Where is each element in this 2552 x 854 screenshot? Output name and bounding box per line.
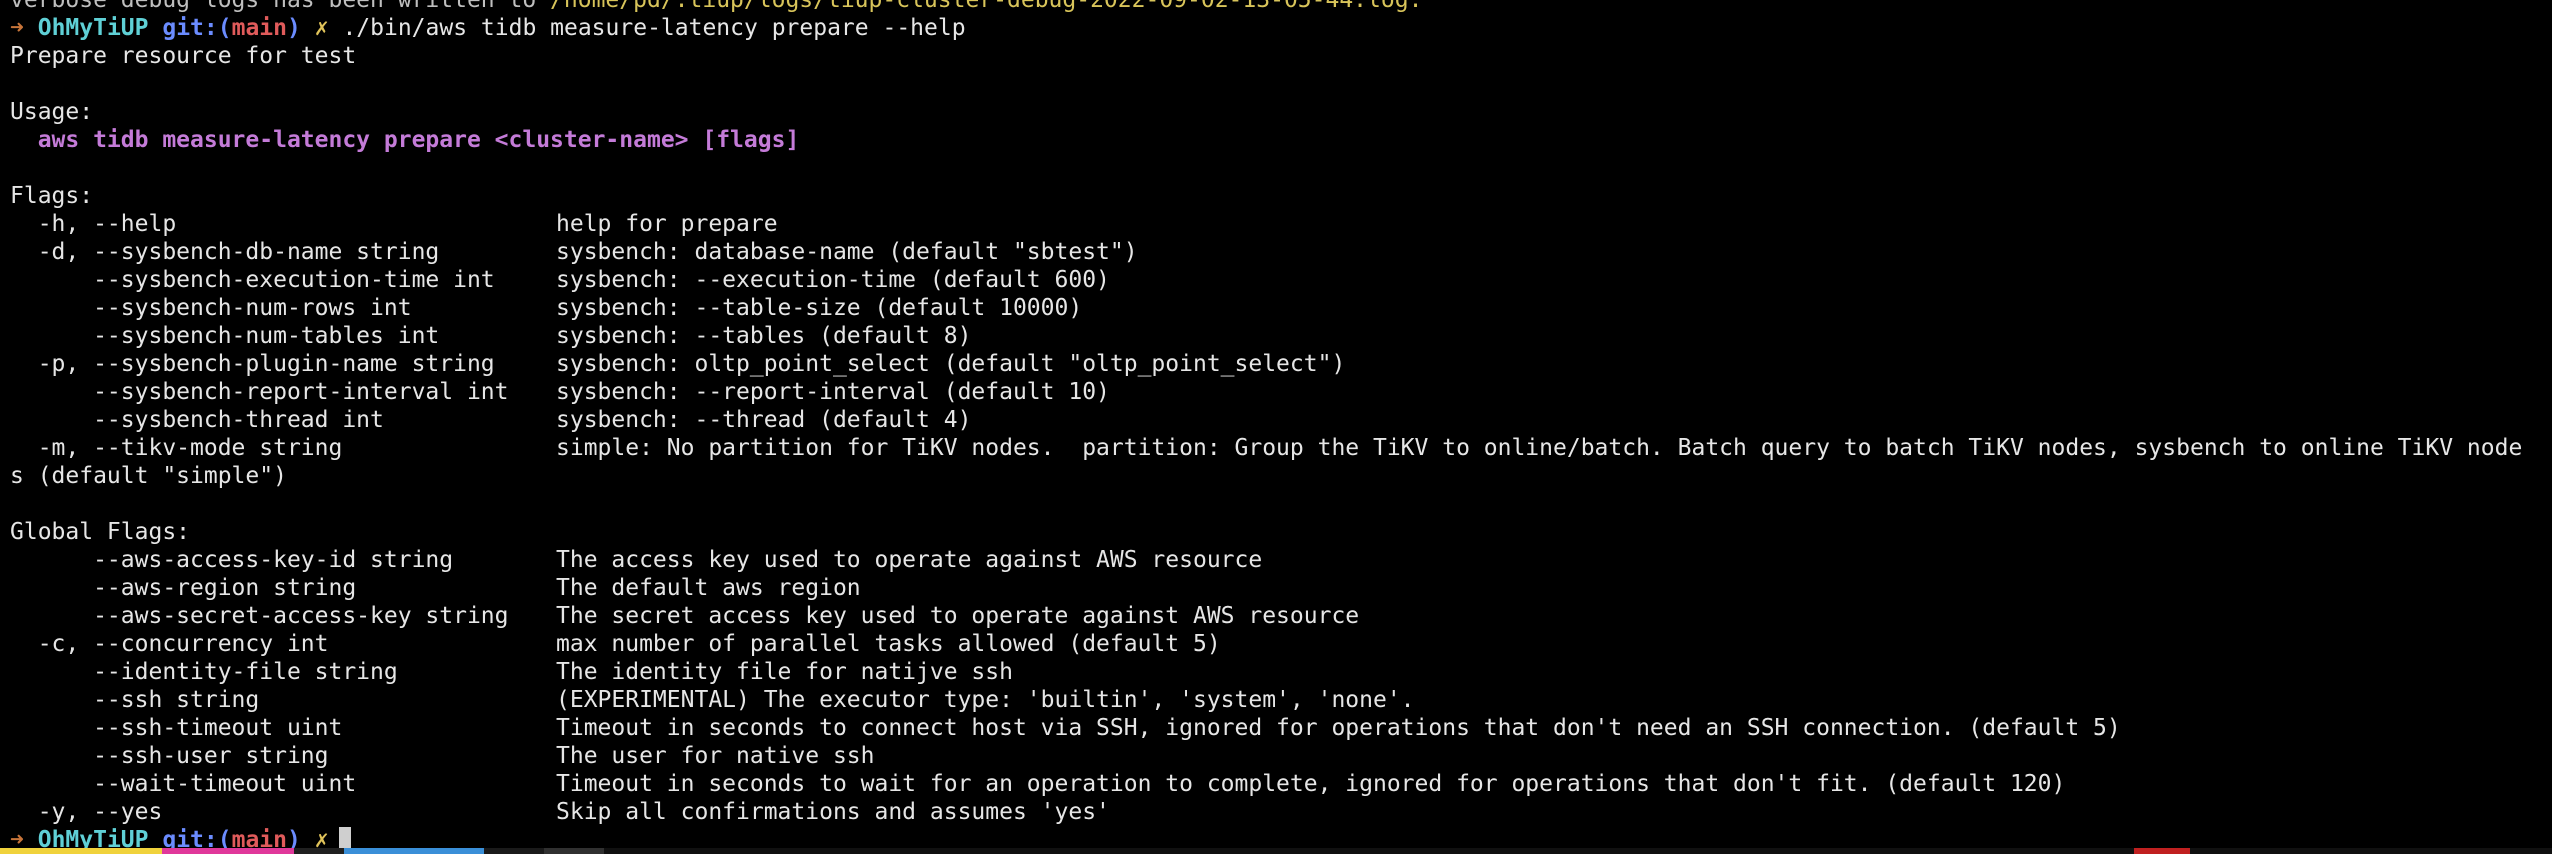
global-flag-row: --aws-secret-access-key string The secret…: [10, 602, 2546, 630]
global-flag-row: --aws-access-key-id string The access key…: [10, 546, 2546, 574]
global-flag-row: --ssh string (EXPERIMENTAL) The executor …: [10, 686, 2546, 714]
flag-row-name: -h, --help: [10, 211, 177, 237]
global-flag-row: --ssh-timeout uint Timeout in seconds to …: [10, 714, 2546, 742]
prompt-git-label: git:(: [162, 15, 232, 41]
flag-row: -h, --help help for prepare: [10, 210, 2546, 238]
terminal-window[interactable]: verbose debug logs has been written to /…: [0, 0, 2552, 854]
usage-heading: Usage:: [10, 99, 94, 125]
flag-row-name: --sysbench-num-rows int: [10, 295, 412, 321]
flags-list: -h, --help help for prepare -d, --sysbenc…: [10, 210, 2546, 462]
flag-row-name: --sysbench-thread int: [10, 407, 384, 433]
flag-row-desc: help for prepare: [556, 211, 778, 237]
tmux-status-bar[interactable]: [0, 848, 2552, 854]
flag-row-desc: sysbench: --report-interval (default 10): [556, 379, 1110, 405]
flag-row-name: -d, --sysbench-db-name string: [10, 239, 440, 265]
global-flag-row-desc: The access key used to operate against A…: [556, 547, 1263, 573]
flags-heading: Flags:: [10, 183, 94, 209]
global-flag-row-name: --ssh-timeout uint: [10, 715, 343, 741]
status-segment: [2134, 848, 2190, 854]
global-flag-row-name: --aws-access-key-id string: [10, 547, 454, 573]
global-flag-row-desc: max number of parallel tasks allowed (de…: [556, 631, 1221, 657]
flag-row-desc: simple: No partition for TiKV nodes. par…: [556, 435, 2523, 461]
terminal-buffer: verbose debug logs has been written to /…: [10, 0, 2546, 854]
global-flags-heading: Global Flags:: [10, 519, 191, 545]
global-flag-row: --aws-region string The default aws regio…: [10, 574, 2546, 602]
status-segment: [2190, 848, 2552, 854]
status-segment: [294, 848, 344, 854]
global-flag-row-desc: The identity file for natijve ssh: [556, 659, 1013, 685]
command-description: Prepare resource for test: [10, 43, 357, 69]
prompt-line: ➜ OhMyTiUP git:(main) ✗ ./bin/aws tidb m…: [10, 14, 2546, 42]
flag-row-name: -m, --tikv-mode string: [10, 435, 343, 461]
flag-row-name: --sysbench-report-interval int: [10, 379, 509, 405]
global-flag-row-desc: Skip all confirmations and assumes 'yes': [556, 799, 1110, 825]
global-flag-row-desc: Timeout in seconds to wait for an operat…: [556, 771, 2066, 797]
flag-row-desc: sysbench: oltp_point_select (default "ol…: [556, 351, 1346, 377]
global-flag-row-desc: The default aws region: [556, 575, 861, 601]
flag-row: --sysbench-report-interval int sysbench: …: [10, 378, 2546, 406]
flag-row: -d, --sysbench-db-name string sysbench: d…: [10, 238, 2546, 266]
flag-row-name: --sysbench-execution-time int: [10, 267, 495, 293]
flag-row: --sysbench-execution-time int sysbench: -…: [10, 266, 2546, 294]
global-flag-row: --wait-timeout uint Timeout in seconds to…: [10, 770, 2546, 798]
global-flag-row-desc: (EXPERIMENTAL) The executor type: 'built…: [556, 687, 1415, 713]
flag-row: --sysbench-num-tables int sysbench: --tab…: [10, 322, 2546, 350]
flag-row-desc: sysbench: database-name (default "sbtest…: [556, 239, 1138, 265]
log-message: verbose debug logs has been written to: [10, 0, 551, 13]
flag-row: -m, --tikv-mode string simple: No partiti…: [10, 434, 2546, 462]
flag-row-name: -p, --sysbench-plugin-name string: [10, 351, 495, 377]
prompt-cwd: OhMyTiUP: [37, 15, 149, 41]
status-segment: [484, 848, 544, 854]
global-flags-list: --aws-access-key-id string The access key…: [10, 546, 2546, 826]
flag-desc-wrap: s (default "simple"): [10, 462, 2546, 490]
flag-row-name: --sysbench-num-tables int: [10, 323, 440, 349]
global-flag-row: -y, --yes Skip all confirmations and assu…: [10, 798, 2546, 826]
status-segment: [1954, 848, 2134, 854]
prompt-dirty-icon: ✗: [314, 15, 329, 41]
status-segment: [344, 848, 484, 854]
global-flag-row-name: --wait-timeout uint: [10, 771, 357, 797]
global-flag-row: --identity-file string The identity file …: [10, 658, 2546, 686]
global-flag-row-name: --aws-region string: [10, 575, 357, 601]
prompt-git-close: ): [287, 15, 301, 41]
flag-row: -p, --sysbench-plugin-name string sysbenc…: [10, 350, 2546, 378]
flag-row: --sysbench-thread int sysbench: --thread …: [10, 406, 2546, 434]
flag-row-desc: sysbench: --execution-time (default 600): [556, 267, 1110, 293]
prompt-arrow-icon: ➜: [10, 15, 24, 41]
global-flag-row-name: --aws-secret-access-key string: [10, 603, 509, 629]
prompt-branch: main: [231, 15, 287, 41]
tikv-mode-desc-continuation: s (default "simple"): [10, 463, 287, 489]
global-flag-row-name: --ssh string: [10, 687, 260, 713]
status-segment: [604, 848, 1954, 854]
global-flag-row-desc: The user for native ssh: [556, 743, 875, 769]
flag-row: --sysbench-num-rows int sysbench: --table…: [10, 294, 2546, 322]
global-flag-row-name: -c, --concurrency int: [10, 631, 329, 657]
flag-row-desc: sysbench: --tables (default 8): [556, 323, 972, 349]
flag-row-desc: sysbench: --table-size (default 10000): [556, 295, 1083, 321]
global-flag-row-name: --identity-file string: [10, 659, 398, 685]
executed-command: ./bin/aws tidb measure-latency prepare -…: [342, 15, 966, 41]
status-segment: [544, 848, 604, 854]
global-flag-row: -c, --concurrency int max number of paral…: [10, 630, 2546, 658]
status-segment: [162, 848, 294, 854]
usage-command: aws tidb measure-latency prepare <cluste…: [10, 127, 800, 153]
status-segment: [0, 848, 162, 854]
global-flag-row-name: --ssh-user string: [10, 743, 329, 769]
global-flag-row: --ssh-user string The user for native ssh: [10, 742, 2546, 770]
flag-row-desc: sysbench: --thread (default 4): [556, 407, 972, 433]
global-flag-row-desc: Timeout in seconds to connect host via S…: [556, 715, 2121, 741]
truncated-log-line: verbose debug logs has been written to /…: [10, 0, 2546, 14]
global-flag-row-desc: The secret access key used to operate ag…: [556, 603, 1360, 629]
log-path: /home/pd/.tiup/logs/tiup-cluster-debug-2…: [550, 0, 1423, 13]
global-flag-row-name: -y, --yes: [10, 799, 163, 825]
